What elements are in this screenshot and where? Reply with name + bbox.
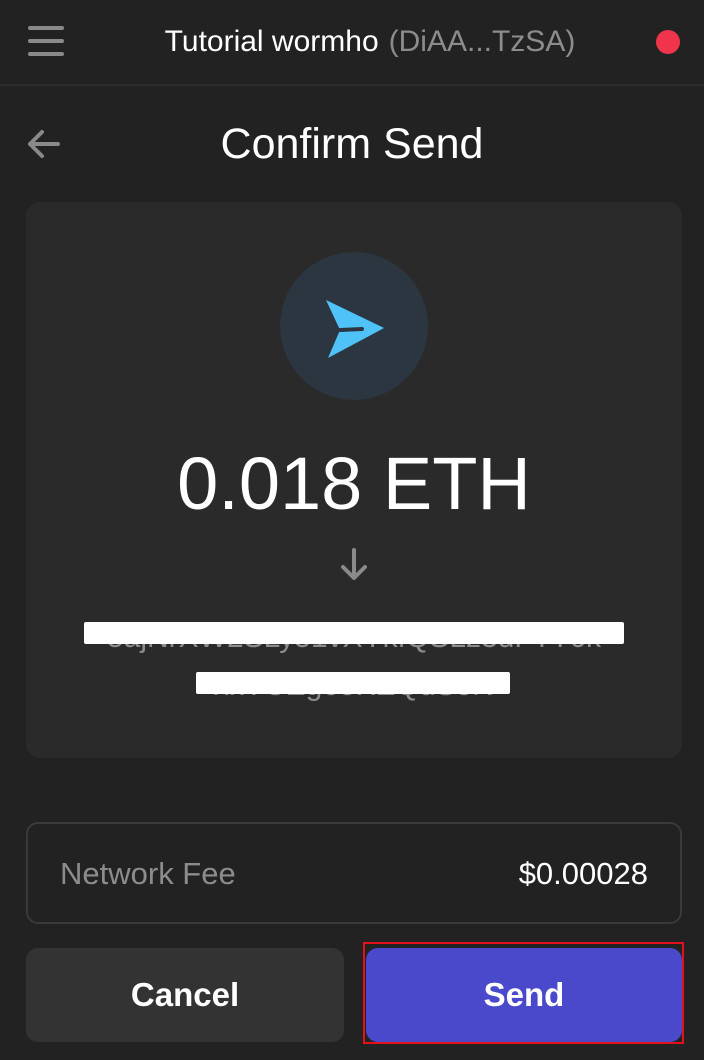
top-bar: Tutorial wormho (DiAA...TzSA) (0, 0, 704, 86)
network-fee-label: Network Fee (60, 856, 236, 891)
status-dot-icon[interactable] (656, 30, 680, 54)
send-summary-card: 0.018 ETH 5ajNrXW2SLy51vXYkfQSLz3dFTT6k … (26, 202, 682, 758)
send-icon-circle (280, 252, 428, 400)
down-arrow-icon (339, 548, 369, 582)
redaction-bar (196, 672, 510, 694)
network-fee-row: Network Fee $0.00028 (26, 822, 682, 924)
network-fee-value: $0.00028 (518, 856, 648, 891)
wallet-address: (DiAA...TzSA) (388, 25, 576, 58)
redaction-bar (84, 622, 624, 644)
send-amount: 0.018 ETH (177, 442, 531, 525)
wallet-name: Tutorial wormho (164, 25, 379, 58)
paper-plane-icon (326, 300, 384, 358)
cancel-button[interactable]: Cancel (26, 948, 344, 1042)
page-title: Confirm Send (220, 120, 484, 168)
send-button[interactable]: Send (366, 948, 682, 1042)
wallet-selector[interactable]: Tutorial wormho (DiAA...TzSA) (0, 22, 704, 62)
